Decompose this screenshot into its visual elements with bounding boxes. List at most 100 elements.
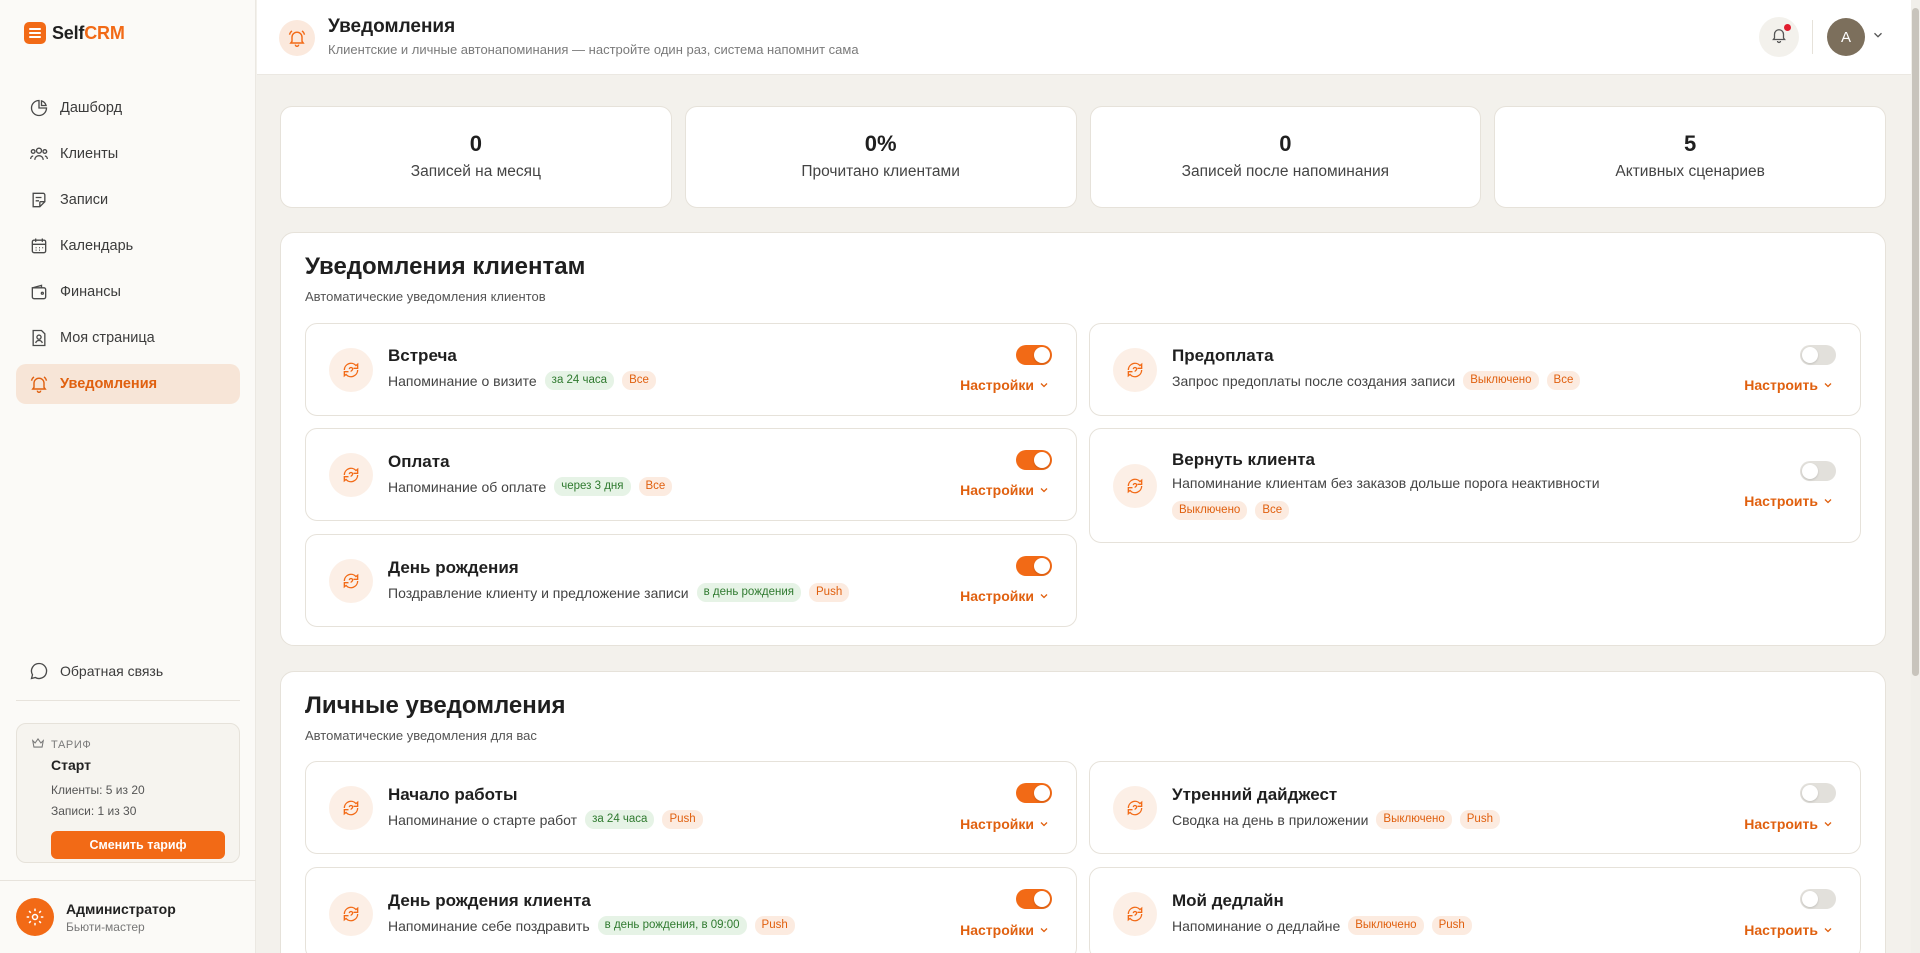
stat-value: 5: [1684, 131, 1697, 156]
settings-button[interactable]: Настройки: [960, 816, 1050, 832]
card-description: Напоминание об оплате через 3 дня Все: [388, 477, 673, 496]
settings-button[interactable]: Настройки: [960, 482, 1050, 498]
notification-card-birthday: День рождения Поздравление клиенту и пре…: [305, 534, 1077, 627]
sidebar-divider: [16, 700, 240, 701]
stat-card: 0 Записей после напоминания: [1089, 106, 1482, 208]
feedback-label: Обратная связь: [60, 663, 164, 679]
settings-gear-icon: [16, 898, 54, 936]
feedback-link[interactable]: Обратная связь: [28, 660, 163, 682]
chevron-down-icon: [1824, 928, 1832, 933]
enable-toggle[interactable]: [1800, 889, 1836, 909]
stat-label: Активных сценариев: [1615, 163, 1765, 180]
stat-card: 0 Записей на месяц: [280, 106, 672, 208]
profile-block[interactable]: Администратор Бьюти-мастер: [0, 880, 256, 953]
page-scrollbar-thumb[interactable]: [1912, 8, 1919, 676]
bell-icon: [279, 20, 315, 56]
card-title: День рождения клиента: [388, 891, 591, 910]
card-description: Сводка на день в приложении Выключено Pu…: [1172, 810, 1500, 829]
sidebar-item-records[interactable]: Записи: [16, 180, 240, 220]
configure-button[interactable]: Настроить: [1744, 493, 1834, 509]
reminder-cycle-icon: [329, 348, 373, 392]
configure-button[interactable]: Настроить: [1744, 922, 1834, 938]
configure-button[interactable]: Настроить: [1744, 816, 1834, 832]
sidebar-item-label: Финансы: [60, 284, 121, 300]
chevron-down-icon: [1040, 822, 1048, 827]
section-subtitle: Автоматические уведомления клиентов: [305, 289, 546, 304]
dashboard-pie-icon: [28, 97, 50, 119]
reminder-cycle-icon: [329, 453, 373, 497]
notification-card-prepayment: Предоплата Запрос предоплаты после созда…: [1089, 323, 1861, 416]
stat-value: 0%: [864, 131, 897, 156]
chevron-down-icon: [1040, 383, 1048, 388]
timing-badge: за 24 часа: [585, 810, 655, 829]
notification-card-meeting: Встреча Напоминание о визите за 24 часа …: [305, 323, 1077, 416]
section-title: Уведомления клиентам: [305, 253, 586, 280]
settings-button[interactable]: Настройки: [960, 588, 1050, 604]
settings-button[interactable]: Настройки: [960, 377, 1050, 393]
profile-page-icon: [28, 327, 50, 349]
sidebar-item-dashboard[interactable]: Дашборд: [16, 88, 240, 128]
reminder-cycle-icon: [1113, 786, 1157, 830]
header-divider: [1812, 20, 1813, 54]
notification-card-morning-digest: Утренний дайджест Сводка на день в прило…: [1089, 761, 1861, 854]
notification-card-my-deadline: Мой дедлайн Напоминание о дедлайне Выклю…: [1089, 867, 1861, 953]
card-description: Напоминание клиентам без заказов дольше …: [1172, 475, 1600, 491]
audience-badge: Все: [638, 477, 673, 496]
sidebar-item-my-page[interactable]: Моя страница: [16, 318, 240, 358]
notifications-button[interactable]: [1759, 17, 1799, 57]
notification-card-work-start: Начало работы Напоминание о старте работ…: [305, 761, 1077, 854]
card-title: Начало работы: [388, 785, 518, 804]
chevron-down-icon: [1040, 488, 1048, 493]
enable-toggle[interactable]: [1016, 556, 1052, 576]
sidebar-item-label: Календарь: [60, 238, 134, 254]
enable-toggle[interactable]: [1800, 461, 1836, 481]
card-tags: Выключено Все: [1172, 501, 1290, 520]
enable-toggle[interactable]: [1016, 889, 1052, 909]
notification-card-payment: Оплата Напоминание об оплате через 3 дня…: [305, 428, 1077, 521]
app-logo[interactable]: SelfCRM: [24, 22, 125, 44]
user-avatar[interactable]: A: [1827, 18, 1865, 56]
enable-toggle[interactable]: [1800, 783, 1836, 803]
sidebar-item-calendar[interactable]: Календарь: [16, 226, 240, 266]
sidebar: SelfCRM Дашборд Клиенты Записи Календарь…: [0, 0, 256, 953]
sidebar-item-notifications[interactable]: Уведомления: [16, 364, 240, 404]
wallet-icon: [28, 281, 50, 303]
configure-button[interactable]: Настроить: [1744, 377, 1834, 393]
enable-toggle[interactable]: [1800, 345, 1836, 365]
enable-toggle[interactable]: [1016, 345, 1052, 365]
sidebar-item-label: Моя страница: [60, 330, 155, 346]
tariff-label: ТАРИФ: [31, 736, 225, 753]
chevron-down-icon: [1040, 594, 1048, 599]
enable-toggle[interactable]: [1016, 783, 1052, 803]
crown-icon: [31, 736, 45, 753]
sidebar-item-clients[interactable]: Клиенты: [16, 134, 240, 174]
change-tariff-button[interactable]: Сменить тариф: [51, 831, 225, 859]
notification-card-win-back: Вернуть клиента Напоминание клиентам без…: [1089, 428, 1861, 543]
sidebar-item-label: Дашборд: [60, 100, 123, 116]
channel-badge: Push: [754, 916, 795, 935]
calendar-icon: [28, 235, 50, 257]
sidebar-item-label: Уведомления: [60, 376, 158, 392]
notification-card-client-birthday: День рождения клиента Напоминание себе п…: [305, 867, 1077, 953]
chevron-down-icon[interactable]: [1871, 28, 1885, 47]
enable-toggle[interactable]: [1016, 450, 1052, 470]
reminder-cycle-icon: [329, 892, 373, 936]
settings-button[interactable]: Настройки: [960, 922, 1050, 938]
logo-icon: [24, 22, 46, 44]
bell-icon: [28, 373, 50, 395]
stat-value: 0: [1279, 131, 1292, 156]
sidebar-item-label: Записи: [60, 192, 109, 208]
page-header: Уведомления Клиентские и личные автонапо…: [257, 0, 1920, 75]
tariff-card: ТАРИФ Старт Клиенты: 5 из 20 Записи: 1 и…: [16, 723, 240, 863]
sidebar-item-finance[interactable]: Финансы: [16, 272, 240, 312]
profile-role: Бьюти-мастер: [66, 919, 145, 934]
status-badge: Выключено: [1172, 501, 1248, 520]
reminder-cycle-icon: [329, 786, 373, 830]
chevron-down-icon: [1824, 499, 1832, 504]
card-title: Мой дедлайн: [1172, 891, 1284, 910]
status-badge: Выключено: [1463, 371, 1539, 390]
reminder-cycle-icon: [329, 559, 373, 603]
users-icon: [28, 143, 50, 165]
tariff-name: Старт: [51, 757, 91, 773]
personal-notifications-section: Личные уведомления Автоматические уведом…: [280, 671, 1886, 953]
